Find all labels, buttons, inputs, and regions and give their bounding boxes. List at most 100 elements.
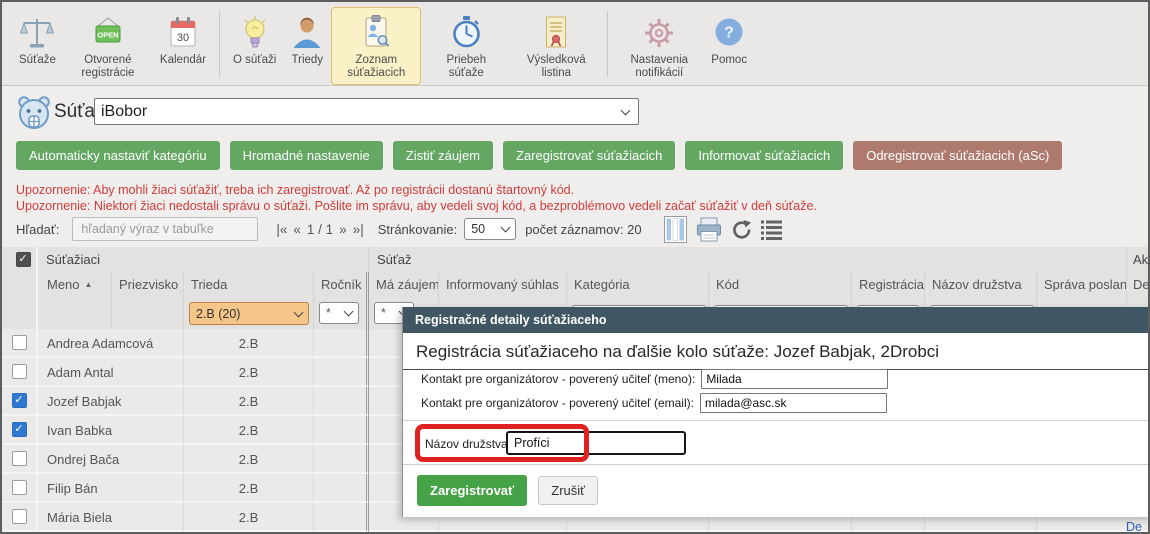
toolbar-item-pomoc[interactable]: ? Pomoc: [704, 7, 754, 72]
toolbar-item-nastavenia-notifikacii[interactable]: Nastavenia notifikácií: [614, 7, 704, 85]
app-window: Súťaže OPEN Otvorené registrácie 30 Kale…: [0, 0, 1150, 534]
search-input[interactable]: [72, 217, 258, 241]
calendar-icon: 30: [166, 11, 200, 51]
pager-first-button[interactable]: |«: [276, 222, 287, 237]
row-checkbox[interactable]: [12, 451, 27, 466]
gear-icon: [641, 11, 677, 51]
check-interest-button[interactable]: Zistiť záujem: [393, 141, 493, 170]
row-checkbox[interactable]: [12, 335, 27, 350]
auto-category-button[interactable]: Automaticky nastaviť kategóriu: [16, 141, 220, 170]
person-icon: [290, 11, 324, 51]
pager-next-button[interactable]: »: [339, 222, 347, 237]
team-name-input[interactable]: [506, 431, 686, 455]
toolbar-item-label: Pomoc: [711, 54, 747, 67]
competition-select-value: iBobor: [101, 103, 147, 121]
column-header-sprava-poslana[interactable]: Správa poslaná: [1037, 272, 1127, 299]
select-all-cell: [2, 247, 38, 272]
table-header-row: Meno▲ Priezvisko▲ Trieda Ročník Má záuje…: [2, 272, 1150, 299]
cell-name: Ondrej Bača: [38, 445, 184, 474]
cancel-button[interactable]: Zrušiť: [538, 476, 598, 505]
toolbar-item-label: Zoznam súťažiacich: [338, 54, 414, 80]
cell-name: Filip Bán: [38, 474, 184, 503]
toolbar-item-label: Priebeh súťaže: [428, 54, 504, 80]
records-count: počet záznamov: 20: [525, 222, 641, 237]
toolbar-item-priebeh-sutaze[interactable]: Priebeh súťaže: [421, 7, 511, 85]
page-size-select[interactable]: 50: [464, 218, 516, 240]
pager-prev-button[interactable]: «: [293, 222, 301, 237]
unregister-competitors-button[interactable]: Odregistrovať súťažiacich (aSc): [853, 141, 1062, 170]
contact-email-label: Kontakt pre organizátorov - poverený uči…: [421, 396, 694, 410]
columns-icon[interactable]: [664, 216, 687, 243]
contact-name-input[interactable]: [701, 369, 888, 389]
competition-band: Súťaž: iBobor: [2, 87, 1148, 136]
register-competitors-button[interactable]: Zaregistrovať súťažiacich: [503, 141, 675, 170]
cell-trieda: 2.B: [184, 358, 314, 387]
chevron-down-icon: [294, 307, 304, 317]
column-header-trieda[interactable]: Trieda: [184, 272, 314, 299]
pager-current-page: 1 / 1: [307, 222, 333, 237]
row-checkbox[interactable]: [12, 364, 27, 379]
filter-cell-rocnik: *: [314, 299, 369, 329]
row-checkbox[interactable]: [12, 480, 27, 495]
toolbar-item-label: O súťaži: [233, 54, 276, 67]
row-checkbox[interactable]: [12, 422, 27, 437]
clipboard-person-icon: [359, 11, 393, 51]
cell-trieda: 2.B: [184, 329, 314, 358]
column-header-kod[interactable]: Kód: [709, 272, 852, 299]
column-header-nazov-druzstva[interactable]: Názov družstva: [925, 272, 1037, 299]
toolbar-item-label: Výsledková listina: [518, 54, 594, 80]
contact-email-input[interactable]: [700, 393, 887, 413]
cell-trieda: 2.B: [184, 387, 314, 416]
chevron-down-icon: [501, 223, 511, 233]
trieda-filter-select[interactable]: 2.B (20): [189, 302, 309, 325]
toolbar-item-kalendar[interactable]: 30 Kalendár: [153, 7, 213, 72]
row-checkbox[interactable]: [12, 393, 27, 408]
list-icon[interactable]: [761, 219, 782, 240]
row-checkbox[interactable]: [12, 509, 27, 524]
pager: |« « 1 / 1 » »|: [276, 222, 363, 237]
toolbar-item-label: Otvorené registrácie: [70, 54, 146, 80]
page-size-label: Stránkovanie:: [378, 222, 458, 237]
toolbar-item-sutaze[interactable]: Súťaže: [12, 7, 63, 72]
select-all-checkbox[interactable]: [16, 252, 31, 267]
contact-name-label: Kontakt pre organizátorov - poverený uči…: [421, 372, 695, 386]
column-header-kategoria[interactable]: Kategória: [567, 272, 709, 299]
toolbar-item-otvorene-registracie[interactable]: OPEN Otvorené registrácie: [63, 7, 153, 85]
print-icon[interactable]: [696, 217, 722, 242]
column-header-priezvisko[interactable]: Priezvisko▲: [112, 272, 184, 299]
group-header-actions: Ak: [1127, 247, 1150, 272]
toolbar-item-triedy[interactable]: Triedy: [283, 7, 331, 72]
svg-text:OPEN: OPEN: [97, 31, 118, 40]
search-label: Hľadať:: [16, 222, 59, 237]
table-tools: [664, 216, 782, 243]
dialog-title-bar: Registračné detaily súťažiaceho: [403, 307, 1150, 333]
cell-name: Mária Biela: [38, 503, 184, 532]
column-header-registracia[interactable]: Registrácia: [852, 272, 925, 299]
column-header-meno[interactable]: Meno▲: [38, 272, 112, 299]
column-header-rocnik[interactable]: Ročník: [314, 272, 369, 299]
table-group-header-row: Súťažiaci Súťaž Ak: [2, 247, 1150, 272]
chevron-down-icon: [344, 307, 354, 317]
refresh-icon[interactable]: [731, 219, 752, 240]
svg-text:?: ?: [724, 25, 734, 42]
rocnik-filter-select[interactable]: *: [319, 302, 359, 324]
toolbar-divider: [607, 11, 608, 77]
pager-last-button[interactable]: »|: [353, 222, 364, 237]
register-submit-button[interactable]: Zaregistrovať: [417, 475, 527, 506]
contact-email-row: Kontakt pre organizátorov - poverený uči…: [421, 393, 887, 413]
dialog-heading: Registrácia súťažiaceho na ďalšie kolo s…: [403, 333, 1150, 370]
toolbar-item-o-sutazi[interactable]: O súťaži: [226, 7, 283, 72]
bulk-settings-button[interactable]: Hromadné nastavenie: [230, 141, 383, 170]
cell-name: Andrea Adamcová: [38, 329, 184, 358]
column-header-detaily[interactable]: De: [1127, 272, 1150, 299]
column-header-informovany-suhlas[interactable]: Informovaný súhlas: [439, 272, 567, 299]
detail-link[interactable]: De: [1126, 520, 1142, 534]
toolbar-item-vysledkova-listina[interactable]: Výsledková listina: [511, 7, 601, 85]
column-header-ma-zaujem[interactable]: Má záujem: [369, 272, 439, 299]
toolbar-item-zoznam-sutaziacich[interactable]: Zoznam súťažiacich: [331, 7, 421, 85]
competition-select[interactable]: iBobor: [94, 98, 639, 125]
team-name-label: Názov družstva:: [425, 437, 511, 451]
toolbar-item-label: Triedy: [292, 54, 324, 67]
inform-competitors-button[interactable]: Informovať súťažiacich: [685, 141, 843, 170]
contact-name-row: Kontakt pre organizátorov - poverený uči…: [421, 369, 888, 389]
